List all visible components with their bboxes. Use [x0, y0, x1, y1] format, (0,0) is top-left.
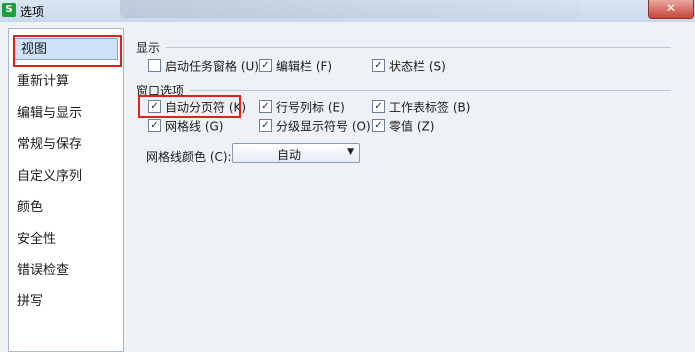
checkbox-row-col-headers[interactable]: ✓: [259, 100, 272, 113]
checkbox-sheet-tabs[interactable]: ✓: [372, 100, 385, 113]
nav-item-edit-display[interactable]: 编辑与显示: [17, 103, 117, 125]
group-divider: [190, 90, 671, 91]
option-auto-page-break[interactable]: ✓ 自动分页符 (K): [148, 99, 246, 115]
nav-item-spelling[interactable]: 拼写: [17, 291, 117, 313]
nav-item-recalculate[interactable]: 重新计算: [17, 71, 117, 93]
option-label: 行号列标 (E): [276, 100, 345, 115]
group-title-display: 显示: [136, 41, 161, 55]
option-label: 零值 (Z): [389, 119, 435, 134]
options-category-list: 视图 重新计算 编辑与显示 常规与保存 自定义序列 颜色 安全性 错误检查 拼写: [8, 28, 124, 352]
option-label: 编辑栏 (F): [276, 59, 333, 74]
nav-item-error-check[interactable]: 错误检查: [17, 260, 117, 282]
option-zero-values[interactable]: ✓ 零值 (Z): [372, 118, 434, 134]
background-window-blur: [120, 0, 580, 18]
checkbox-formula-bar[interactable]: ✓: [259, 59, 272, 72]
nav-item-view[interactable]: 视图: [14, 38, 118, 60]
option-startup-taskpane[interactable]: 启动任务窗格 (U): [148, 58, 259, 74]
close-button[interactable]: ✕: [648, 0, 694, 19]
option-gridlines[interactable]: ✓ 网格线 (G): [148, 118, 223, 134]
nav-item-custom-lists[interactable]: 自定义序列: [17, 166, 117, 188]
option-label: 自动分页符 (K): [165, 100, 247, 115]
group-divider: [166, 47, 671, 48]
nav-item-color[interactable]: 颜色: [17, 197, 117, 219]
option-outline-symbols[interactable]: ✓ 分级显示符号 (O): [259, 118, 371, 134]
title-bar: S 选项 ✕: [0, 0, 695, 22]
checkbox-gridlines[interactable]: ✓: [148, 119, 161, 132]
checkbox-outline-symbols[interactable]: ✓: [259, 119, 272, 132]
group-title-window-options: 窗口选项: [136, 84, 185, 98]
option-status-bar[interactable]: ✓ 状态栏 (S): [372, 58, 446, 74]
close-icon: ✕: [665, 1, 677, 15]
app-icon: S: [2, 3, 16, 17]
option-label: 网格线 (G): [165, 119, 224, 134]
gridline-color-label: 网格线颜色 (C):: [146, 150, 232, 164]
checkbox-zero-values[interactable]: ✓: [372, 119, 385, 132]
option-row-col-headers[interactable]: ✓ 行号列标 (E): [259, 99, 345, 115]
nav-item-security[interactable]: 安全性: [17, 229, 117, 251]
option-label: 状态栏 (S): [389, 59, 446, 74]
checkbox-auto-page-break[interactable]: ✓: [148, 100, 161, 113]
option-sheet-tabs[interactable]: ✓ 工作表标签 (B): [372, 99, 470, 115]
nav-item-general-save[interactable]: 常规与保存: [17, 134, 117, 156]
gridline-color-select[interactable]: 自动 ▼: [232, 143, 360, 163]
option-label: 分级显示符号 (O): [276, 119, 371, 134]
window-title: 选项: [20, 5, 45, 19]
options-panel: 显示 启动任务窗格 (U) ✓ 编辑栏 (F) ✓ 状态栏 (S) 窗口选项 ✓ 自动…: [128, 28, 695, 352]
chevron-down-icon: ▼: [347, 147, 354, 157]
option-label: 工作表标签 (B): [389, 100, 471, 115]
option-formula-bar[interactable]: ✓ 编辑栏 (F): [259, 58, 332, 74]
option-label: 启动任务窗格 (U): [165, 59, 259, 74]
gridline-color-value: 自动: [276, 148, 301, 162]
checkbox-status-bar[interactable]: ✓: [372, 59, 385, 72]
checkbox-startup-taskpane[interactable]: [148, 59, 161, 72]
